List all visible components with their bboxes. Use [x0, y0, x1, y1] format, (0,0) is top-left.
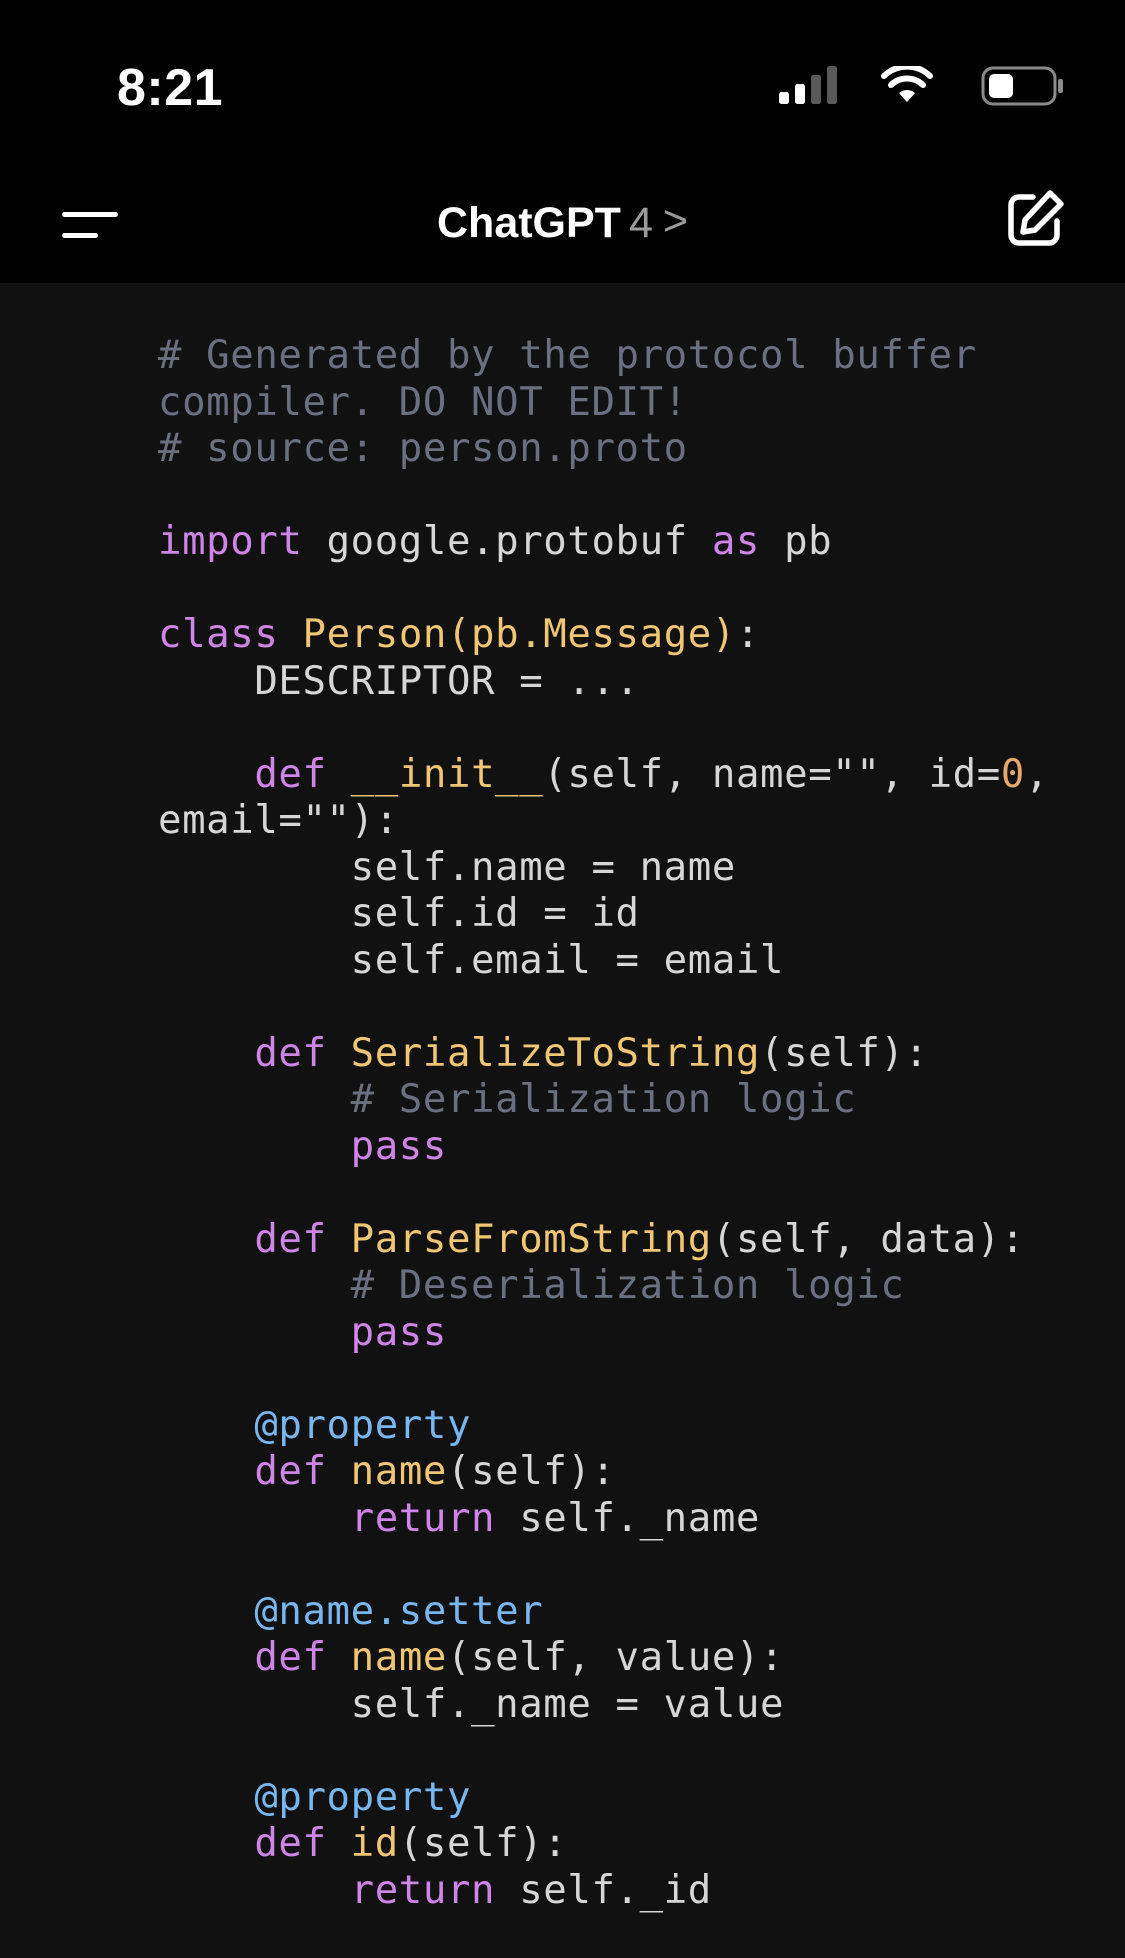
code-line: # Deserialization logic: [158, 1263, 905, 1308]
app-title: ChatGPT: [437, 199, 621, 247]
code-content: # Generated by the protocol buffer compi…: [158, 333, 1049, 1914]
code-line: @name.setter: [158, 1588, 544, 1634]
status-time: 8:21: [117, 59, 224, 117]
code-line: return self._id: [350, 1867, 712, 1913]
code-line: compiler. DO NOT EDIT!: [158, 379, 688, 425]
code-line: # source: person.proto: [158, 426, 688, 471]
chevron-right-icon: >: [662, 197, 688, 245]
code-line: def id(self):: [254, 1821, 568, 1866]
code-line: DESCRIPTOR = ...: [158, 658, 640, 704]
code-line: pass: [158, 1309, 447, 1355]
model-version: 4: [628, 199, 653, 247]
new-chat-icon[interactable]: [1003, 187, 1067, 251]
code-line: self.id = id: [158, 891, 640, 936]
code-block[interactable]: # Generated by the protocol buffer compi…: [0, 283, 1125, 1958]
code-line: def name(self, value):: [254, 1635, 785, 1680]
code-line: def __init__(self, name="", id=0,: [254, 751, 1050, 797]
code-line: import google.protobuf as pb: [158, 519, 833, 564]
code-line: def name(self):: [254, 1449, 616, 1494]
code-line: # Generated by the protocol buffer: [158, 333, 977, 378]
code-line: def SerializeToString(self):: [254, 1030, 929, 1076]
battery-icon: [981, 66, 1063, 106]
code-line: return self._name: [350, 1495, 761, 1541]
model-selector[interactable]: ChatGPT 4 >: [0, 190, 1125, 256]
code-line: @property: [158, 1774, 472, 1820]
code-line: class Person(pb.Message):: [158, 612, 761, 657]
code-line: def ParseFromString(self, data):: [254, 1216, 1025, 1262]
code-line: self.name = name: [158, 844, 736, 890]
code-line: # Serialization logic: [158, 1077, 857, 1122]
code-line: @property: [158, 1402, 472, 1448]
status-bar: 8:21: [0, 0, 1125, 165]
nav-bar: ChatGPT 4 >: [0, 165, 1125, 283]
code-line: pass: [158, 1123, 447, 1169]
signal-icon: [779, 66, 837, 104]
code-line: self.email = email: [158, 937, 785, 983]
code-line: self._name = value: [158, 1681, 785, 1727]
wifi-icon: [881, 66, 933, 102]
code-line: email=""):: [158, 798, 399, 843]
